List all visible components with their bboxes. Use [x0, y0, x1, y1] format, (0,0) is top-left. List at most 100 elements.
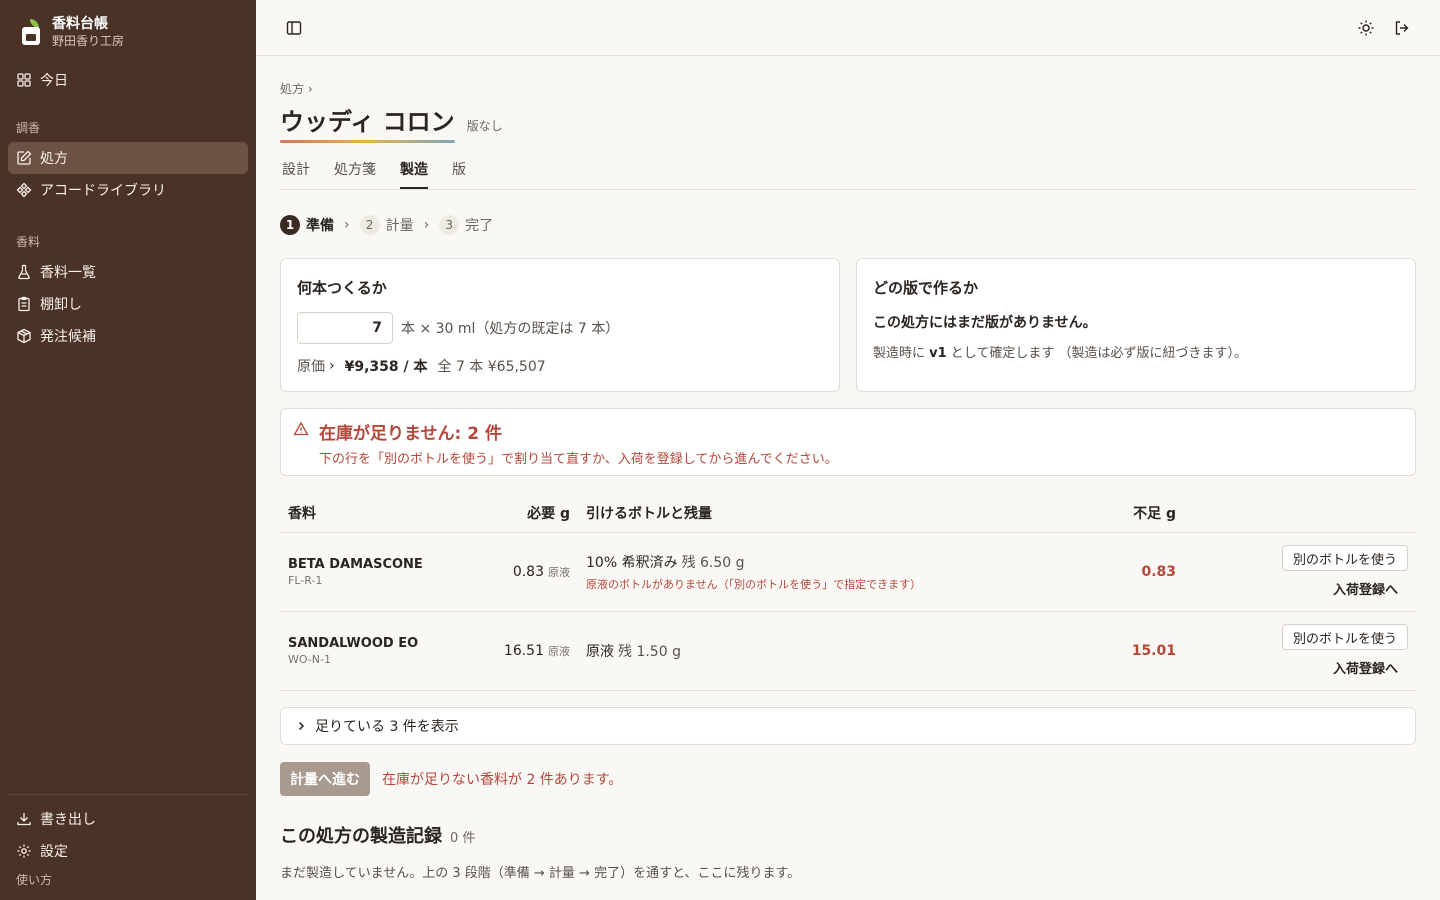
- use-other-bottle-button[interactable]: 別のボトルを使う: [1281, 545, 1408, 571]
- cost-total: 全 7 本 ¥65,507: [437, 359, 546, 375]
- version-card-title: どの版で作るか: [873, 279, 979, 297]
- sidebar-bottom: 書き出し 設定 使い方: [8, 794, 248, 900]
- theme-toggle-button[interactable]: [1352, 14, 1380, 42]
- sidebar-item-label: 今日: [40, 73, 68, 89]
- proceed-row: 計量へ進む 在庫が足りない香料が 2 件あります。: [280, 761, 1416, 796]
- sidebar-item-export[interactable]: 書き出し: [8, 803, 248, 835]
- edit-icon: [17, 150, 32, 165]
- sidebar-item-accord[interactable]: アコードライブラリ: [8, 174, 248, 206]
- records-empty-text: まだ製造していません。上の 3 段階（準備 → 計量 → 完了）を通すと、ここに…: [280, 865, 801, 881]
- dashboard-icon: [17, 73, 31, 87]
- material-code: FL-R-1: [288, 573, 323, 587]
- column-shortage: 不足 g: [1084, 494, 1184, 533]
- column-actions: [1184, 494, 1416, 533]
- sidebar-item-order[interactable]: 発注候補: [8, 320, 248, 352]
- show-sufficient-toggle[interactable]: 足りている 3 件を表示: [280, 706, 1416, 745]
- chevron-right-icon: ›: [344, 217, 350, 233]
- cost-label[interactable]: 原価: [297, 356, 325, 376]
- tab-prescription[interactable]: 処方箋: [334, 155, 376, 189]
- tab-design[interactable]: 設計: [282, 155, 310, 189]
- shortage-table: 香料 必要 g 引けるボトルと残量 不足 g BETA DAMASCONE FL…: [280, 494, 1416, 691]
- chevron-right-icon: [298, 721, 305, 730]
- chevron-right-icon: ›: [423, 217, 430, 233]
- register-receipt-link[interactable]: 入荷登録へ: [1333, 658, 1408, 677]
- show-sufficient-label: 足りている 3 件を表示: [315, 718, 459, 735]
- sidebar-item-settings[interactable]: 設定: [8, 835, 248, 867]
- records-header: この処方の製造記録 0 件: [280, 822, 1416, 848]
- required-amount: 0.83 原液: [470, 532, 578, 612]
- tab-manufacture[interactable]: 製造: [400, 155, 428, 189]
- table-row: SANDALWOOD EO WO-N-1 16.51 原液 原液残 1.50 g …: [280, 611, 1416, 691]
- nav-group-materials: 香料: [16, 235, 41, 249]
- brand-subtitle: 野田香り工房: [52, 34, 125, 48]
- topbar: [256, 0, 1440, 56]
- material-name: SANDALWOOD EO: [288, 635, 419, 651]
- sidebar-item-label: 設定: [40, 844, 68, 860]
- content: 処方 › ウッディ コロン 版なし 設計 処方箋 製造 版 1 準備 › 2 計: [256, 56, 1440, 881]
- sidebar-item-label: 発注候補: [40, 329, 96, 345]
- bottle-info: 原液残 1.50 g: [586, 643, 681, 660]
- sidebar-item-materials[interactable]: 香料一覧: [8, 256, 248, 288]
- bottle-info: 10% 希釈済み残 6.50 g: [586, 554, 745, 571]
- logout-icon: [1395, 20, 1409, 35]
- sidebar-item-today[interactable]: 今日: [8, 64, 248, 96]
- tab-bar: 設計 処方箋 製造 版: [280, 155, 1416, 190]
- brand: 香料台帳 野田香り工房: [8, 0, 248, 64]
- nav-group-blending: 調香: [16, 121, 41, 135]
- main: 処方 › ウッディ コロン 版なし 設計 処方箋 製造 版 1 準備 › 2 計: [256, 0, 1440, 900]
- stock-alert: 在庫が足りません: 2 件 下の行を「別のボトルを使う」で割り当て直すか、入荷を…: [280, 408, 1416, 476]
- gear-icon: [17, 844, 31, 858]
- sidebar-item-label: アコードライブラリ: [40, 183, 166, 199]
- material-name: BETA DAMASCONE: [288, 556, 423, 572]
- app: 香料台帳 野田香り工房 今日 調香 処方 アコードライブラリ 香料 香料一覧 棚…: [0, 0, 1440, 900]
- clipboard-icon: [18, 296, 30, 312]
- warning-icon: [293, 421, 309, 436]
- sidebar-item-label: 処方: [40, 151, 68, 167]
- panel-left-icon: [286, 20, 302, 35]
- version-card: どの版で作るか この処方にはまだ版がありません。 製造時に v1 として確定しま…: [856, 258, 1416, 392]
- sidebar-item-inventory[interactable]: 棚卸し: [8, 288, 248, 320]
- register-receipt-link[interactable]: 入荷登録へ: [1333, 579, 1408, 598]
- step-weigh: 2 計量: [359, 215, 414, 235]
- column-required: 必要 g: [470, 494, 578, 533]
- version-badge: 版なし: [466, 119, 503, 133]
- sidebar: 香料台帳 野田香り工房 今日 調香 処方 アコードライブラリ 香料 香料一覧 棚…: [0, 0, 256, 900]
- column-bottle: 引けるボトルと残量: [578, 494, 1084, 533]
- brand-title: 香料台帳: [52, 16, 108, 32]
- step-complete: 3 完了: [439, 215, 493, 235]
- bottle-note: 原液のボトルがありません（「別のボトルを使う」で指定できます）: [586, 577, 922, 591]
- sidebar-item-help[interactable]: 使い方: [8, 867, 248, 892]
- shortage-amount: 0.83: [1084, 532, 1184, 612]
- quantity-input[interactable]: [297, 312, 393, 344]
- table-row: BETA DAMASCONE FL-R-1 0.83 原液 10% 希釈済み残 6…: [280, 532, 1416, 612]
- sidebar-toggle-button[interactable]: [280, 14, 308, 42]
- version-status: この処方にはまだ版がありません。: [873, 315, 1097, 331]
- required-amount: 16.51 原液: [470, 611, 578, 691]
- records-title: この処方の製造記録: [280, 825, 442, 847]
- records-count: 0 件: [450, 830, 476, 846]
- version-note: 製造時に v1 として確定します （製造は必ず版に紐づきます）。: [873, 346, 1248, 361]
- sidebar-item-label: 書き出し: [40, 812, 96, 828]
- alert-description: 下の行を「別のボトルを使う」で割り当て直すか、入荷を登録してから進んでください。: [319, 452, 838, 467]
- alert-title: 在庫が足りません: 2 件: [319, 424, 502, 444]
- cost-per-bottle: ¥9,358 / 本: [344, 359, 428, 375]
- page-title: ウッディ コロン: [280, 102, 455, 143]
- proceed-note: 在庫が足りない香料が 2 件あります。: [382, 771, 623, 788]
- flask-icon: [18, 264, 30, 280]
- logout-button[interactable]: [1388, 14, 1416, 42]
- quantity-card-title: 何本つくるか: [297, 279, 387, 297]
- sidebar-item-recipe[interactable]: 処方: [8, 142, 248, 174]
- sidebar-item-label: 棚卸し: [40, 297, 82, 313]
- step-prepare: 1 準備: [280, 215, 334, 235]
- quantity-card: 何本つくるか 本 × 30 ml（処方の既定は 7 本） 原価 › ¥9,358…: [280, 258, 840, 392]
- column-material: 香料: [280, 494, 470, 533]
- material-code: WO-N-1: [288, 652, 332, 666]
- diamond-grid-icon: [16, 182, 32, 198]
- breadcrumb[interactable]: 処方 ›: [280, 80, 1416, 96]
- brand-logo-icon: [20, 19, 42, 45]
- sidebar-item-label: 香料一覧: [40, 265, 96, 281]
- setup-cards: 何本つくるか 本 × 30 ml（処方の既定は 7 本） 原価 › ¥9,358…: [280, 258, 1416, 392]
- use-other-bottle-button[interactable]: 別のボトルを使う: [1281, 624, 1408, 650]
- tab-versions[interactable]: 版: [452, 155, 466, 189]
- proceed-to-weigh-button[interactable]: 計量へ進む: [280, 761, 370, 796]
